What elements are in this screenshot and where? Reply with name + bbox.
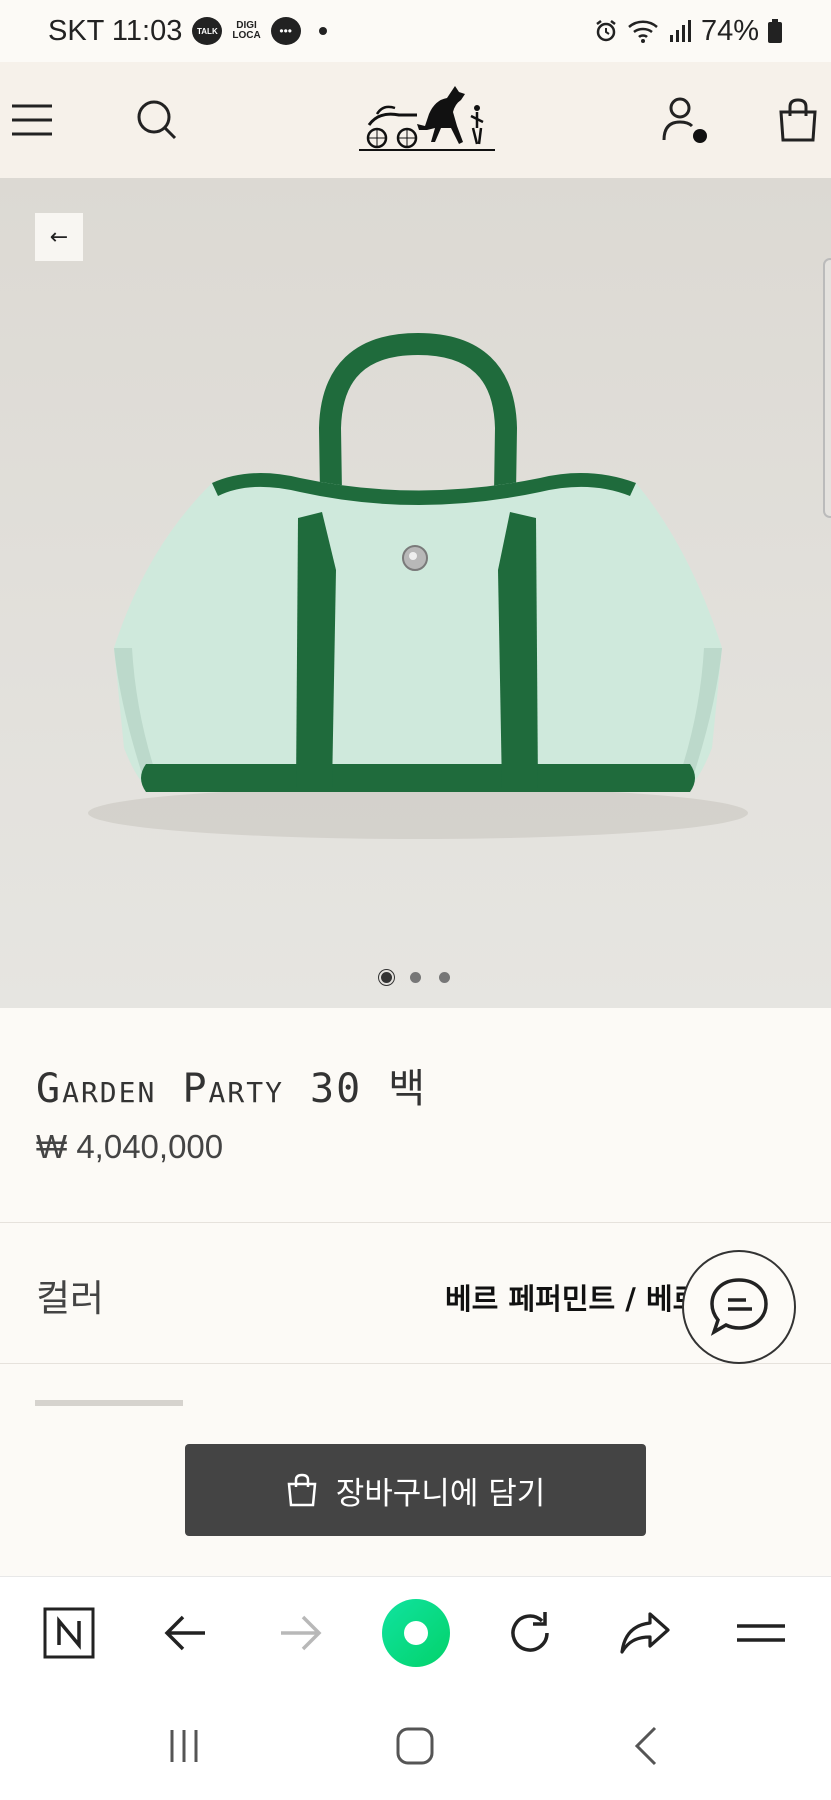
shopping-bag-icon (779, 98, 817, 142)
menu-icon (12, 104, 52, 136)
product-price: ₩ 4,040,000 (36, 1128, 224, 1165)
carrier-time: SKT 11:03 (48, 14, 183, 47)
product-name: Garden Party 30 백 (36, 1066, 428, 1112)
digi-bottom: LOCA (232, 30, 261, 41)
carousel-dot-2[interactable] (410, 972, 421, 983)
kakaotalk-icon: TALK (192, 17, 223, 45)
naver-n-icon (43, 1607, 95, 1659)
chat-icon (710, 1278, 768, 1336)
product-image-carousel[interactable]: ← (0, 178, 831, 1008)
search-button[interactable] (129, 92, 185, 148)
screen: SKT 11:03 TALK DIGI LOCA ••• 74% ← Garde… (0, 0, 831, 1800)
system-back-button[interactable] (617, 1716, 677, 1776)
share-icon (620, 1612, 670, 1654)
menu-button[interactable] (4, 92, 60, 148)
home-button[interactable] (385, 1716, 445, 1776)
alarm-icon (596, 20, 616, 42)
shopping-bag-icon (287, 1473, 317, 1507)
notification-dot-icon (318, 27, 327, 35)
cart-button[interactable] (770, 92, 826, 148)
carousel-dot-3[interactable] (439, 972, 450, 983)
share-button[interactable] (612, 1600, 678, 1666)
chat-button[interactable] (682, 1250, 796, 1364)
color-value: 베르 페퍼민트 / 베르 … (445, 1282, 705, 1316)
battery-icon (768, 19, 782, 43)
naver-greendot-icon (382, 1599, 450, 1667)
signal-icon (669, 20, 691, 42)
color-label: 컬러 (36, 1277, 105, 1320)
cart-area: 장바구니에 담기 (0, 1408, 831, 1576)
status-right: 74% (593, 15, 783, 48)
system-navigation-bar (0, 1688, 831, 1800)
add-to-cart-label: 장바구니에 담기 (335, 1475, 546, 1512)
message-icon: ••• (270, 17, 301, 45)
hamburger-icon (737, 1624, 785, 1642)
section-divider (35, 1400, 183, 1406)
product-info: Garden Party 30 백 ₩ 4,040,000 (0, 1008, 831, 1223)
browser-toolbar (0, 1576, 831, 1688)
browser-forward-button[interactable] (268, 1600, 334, 1666)
browser-back-button[interactable] (152, 1600, 218, 1666)
status-bar: SKT 11:03 TALK DIGI LOCA ••• 74% (0, 0, 831, 62)
refresh-icon (511, 1612, 549, 1652)
battery-percent: 74% (700, 14, 759, 47)
arrow-right-icon (281, 1615, 322, 1651)
account-icon (662, 97, 707, 143)
reload-button[interactable] (497, 1600, 563, 1666)
digiloca-icon: DIGI LOCA (232, 21, 260, 41)
carousel-indicator (0, 972, 831, 983)
carousel-dot-1[interactable] (381, 972, 392, 983)
status-left: SKT 11:03 TALK DIGI LOCA ••• (48, 15, 327, 48)
product-image (88, 332, 748, 839)
wifi-icon (628, 20, 658, 43)
naver-home-button[interactable] (36, 1600, 102, 1666)
home-icon (396, 1727, 434, 1765)
site-header (0, 62, 831, 178)
account-button[interactable] (656, 92, 712, 148)
chevron-left-icon (634, 1726, 657, 1766)
recent-apps-button[interactable] (154, 1716, 214, 1776)
browser-menu-button[interactable] (728, 1600, 794, 1666)
brand-logo-link[interactable] (355, 80, 497, 156)
green-dot-button[interactable] (376, 1593, 456, 1673)
add-to-cart-button[interactable]: 장바구니에 담기 (185, 1444, 646, 1536)
recent-apps-icon (170, 1730, 198, 1762)
arrow-left-icon (164, 1615, 205, 1651)
search-icon (137, 100, 177, 140)
brand-logo (359, 86, 495, 151)
